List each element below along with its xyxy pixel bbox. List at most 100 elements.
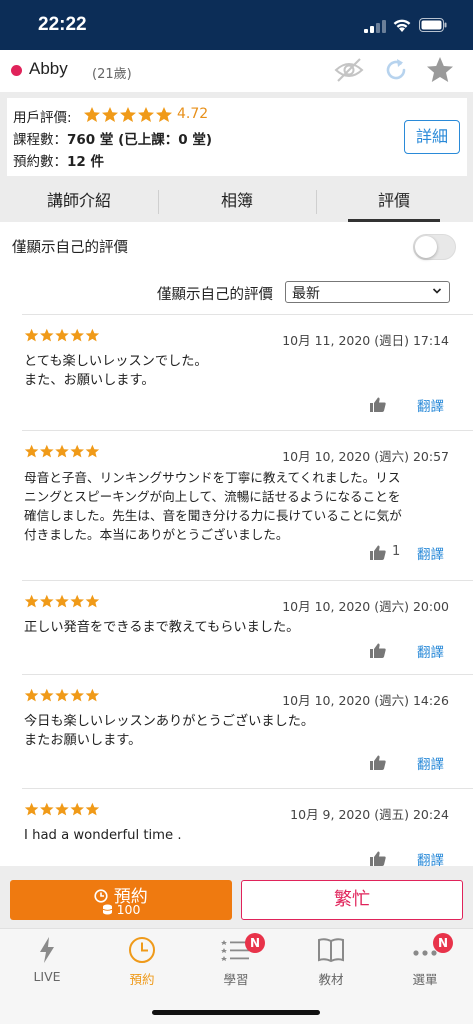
review-line: 正しい発音をできるまで教えてもらいました。 — [24, 620, 300, 635]
teacher-name: Abby — [29, 59, 68, 78]
nav-live-label: LIVE — [33, 969, 61, 984]
book-icon — [318, 938, 344, 963]
review-item: 10月 10, 2020 (週六) 20:00 正しい発音をできるまで教えてもら… — [22, 580, 473, 674]
own-reviews-label: 僅顯示自己的評價 — [12, 240, 128, 256]
teacher-age: (21歲) — [92, 67, 132, 82]
notification-badge: N — [433, 933, 453, 953]
thumbs-up-icon[interactable] — [370, 851, 386, 866]
online-status-dot — [11, 65, 22, 76]
review-stars — [24, 444, 100, 458]
detail-button[interactable]: 詳細 — [404, 120, 460, 154]
toggle-knob — [415, 236, 437, 258]
home-indicator — [152, 1010, 320, 1015]
tab-reviews[interactable]: 評價 — [348, 182, 440, 222]
lightning-icon — [40, 937, 54, 963]
rating-stars — [84, 107, 172, 122]
battery-icon — [419, 18, 447, 32]
review-line: 付きました。本当にありがとうございました。 — [24, 527, 289, 542]
review-line: 今日も楽しいレッスンありがとうございました。 — [24, 714, 315, 729]
chevron-down-icon — [432, 288, 442, 294]
book-cost: 100 — [10, 902, 232, 917]
tab-introduction[interactable]: 講師介紹 — [0, 182, 158, 222]
notification-badge: N — [245, 933, 265, 953]
book-cost-value: 100 — [116, 902, 141, 917]
booking-count-label: 預約數： — [13, 154, 67, 170]
cellular-signal-icon — [364, 20, 386, 33]
rating-value: 4.72 — [177, 106, 209, 122]
book-button[interactable]: 預約 100 — [10, 880, 232, 920]
tab-divider — [316, 190, 317, 214]
tab-album[interactable]: 相簿 — [158, 182, 316, 222]
sort-selected-value: 最新 — [292, 286, 320, 302]
review-date: 10月 10, 2020 (週六) 20:57 — [282, 449, 449, 464]
rating-label: 用戶評價: — [13, 110, 72, 126]
booking-action-bar: 預約 100 繁忙 — [0, 872, 473, 928]
coin-icon — [102, 904, 112, 915]
wifi-icon — [393, 19, 411, 32]
status-bar: 22:22 — [0, 0, 473, 50]
star-icon[interactable] — [425, 55, 455, 85]
refresh-icon[interactable] — [382, 56, 410, 84]
review-line: I had a wonderful time . — [24, 828, 182, 843]
thumbs-up-icon[interactable] — [370, 397, 386, 412]
busy-button[interactable]: 繁忙 — [241, 880, 463, 920]
translate-link[interactable]: 翻譯 — [417, 543, 444, 563]
thumbs-up-icon[interactable] — [370, 643, 386, 658]
nav-booking[interactable]: 預約 — [95, 929, 189, 993]
nav-materials[interactable]: 教材 — [284, 929, 378, 993]
review-item: 10月 11, 2020 (週日) 17:14 とても楽しいレッスンでした。 ま… — [22, 314, 473, 428]
nav-learning-label: 學習 — [223, 972, 249, 987]
review-date: 10月 11, 2020 (週日) 17:14 — [282, 333, 449, 348]
sort-select[interactable]: 最新 — [285, 281, 450, 303]
teacher-stats-box: 用戶評價: 4.72 課程數：760 堂 (已上課：0 堂) 預約數：12 件 … — [7, 98, 467, 176]
review-date: 10月 10, 2020 (週六) 20:00 — [282, 599, 449, 614]
like-count: 1 — [392, 544, 401, 559]
sort-row: 僅顯示自己的評價 最新 — [0, 270, 473, 314]
status-time: 22:22 — [38, 14, 87, 35]
clock-icon — [129, 937, 155, 963]
review-item: 10月 10, 2020 (週六) 20:57 母音と子音、リンキングサウンドを… — [22, 430, 473, 580]
own-reviews-filter-row: 僅顯示自己的評價 — [0, 222, 473, 270]
eye-off-icon[interactable] — [333, 56, 365, 84]
nav-live[interactable]: LIVE — [0, 929, 94, 993]
review-date: 10月 10, 2020 (週六) 14:26 — [282, 693, 449, 708]
teacher-header: Abby (21歲) — [0, 50, 473, 92]
nav-materials-label: 教材 — [318, 972, 344, 987]
nav-menu-label: 選單 — [412, 972, 438, 987]
review-date: 10月 9, 2020 (週五) 20:24 — [290, 807, 449, 822]
review-text: とても楽しいレッスンでした。 また、お願いします。 — [24, 352, 452, 390]
thumbs-up-icon[interactable] — [370, 545, 386, 560]
thumbs-up-icon[interactable] — [370, 755, 386, 770]
review-stars — [24, 594, 100, 608]
review-line: 母音と子音、リンキングサウンドを丁寧に教えてくれました。リス — [24, 470, 401, 485]
nav-learning[interactable]: 學習 N — [189, 929, 283, 993]
review-stars — [24, 802, 100, 816]
bottom-navigation: LIVE 預約 學習 N 教材 選單 N — [0, 928, 473, 1024]
review-line: また、お願いします。 — [24, 373, 155, 388]
review-line: 確信しました。先生は、音を聞き分ける力に長けていることに気が — [24, 508, 402, 523]
sort-label: 僅顯示自己的評價 — [157, 287, 273, 303]
nav-menu[interactable]: 選單 N — [378, 929, 472, 993]
translate-link[interactable]: 翻譯 — [417, 753, 444, 773]
lesson-count-label: 課程數： — [13, 132, 67, 148]
own-reviews-toggle[interactable] — [413, 234, 456, 260]
review-text: 母音と子音、リンキングサウンドを丁寧に教えてくれました。リス ニングとスピーキン… — [24, 468, 452, 544]
review-stars — [24, 328, 100, 342]
translate-link[interactable]: 翻譯 — [417, 395, 444, 415]
review-line: とても楽しいレッスンでした。 — [24, 354, 208, 369]
lesson-count-value: 760 堂 (已上課：0 堂) — [67, 132, 213, 148]
booking-count: 預約數：12 件 — [13, 150, 104, 170]
profile-tabs: 講師介紹 相簿 評價 — [0, 182, 473, 222]
translate-link[interactable]: 翻譯 — [417, 641, 444, 661]
review-item: 10月 9, 2020 (週五) 20:24 I had a wonderful… — [22, 788, 473, 869]
clock-icon — [94, 889, 108, 903]
booking-count-value: 12 件 — [67, 154, 104, 170]
review-text: 正しい発音をできるまで教えてもらいました。 — [24, 618, 452, 637]
review-text: 今日も楽しいレッスンありがとうございました。 またお願いします。 — [24, 712, 452, 750]
lesson-count: 課程數：760 堂 (已上課：0 堂) — [13, 128, 212, 148]
review-line: ニングとスピーキングが向上して、流暢に話せるようになることを — [24, 489, 401, 504]
review-stars — [24, 688, 100, 702]
review-text: I had a wonderful time . — [24, 826, 452, 845]
nav-booking-label: 預約 — [129, 972, 155, 987]
review-item: 10月 10, 2020 (週六) 14:26 今日も楽しいレッスンありがとうご… — [22, 674, 473, 788]
